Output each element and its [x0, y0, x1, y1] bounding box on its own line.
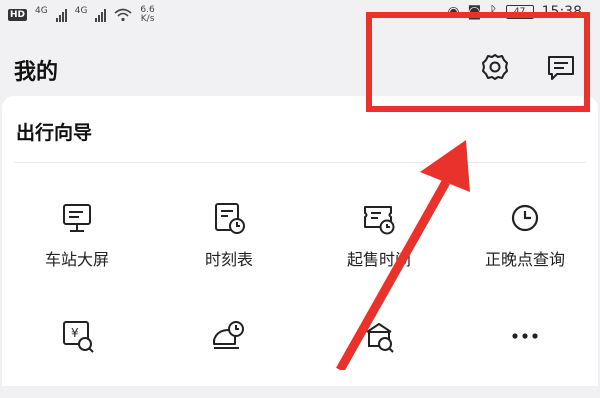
- ticket-price-search-icon: ¥: [63, 321, 94, 353]
- grid-item-sale-time[interactable]: 起售时间: [314, 200, 444, 280]
- grid-item-delay-query[interactable]: 正晚点查询: [460, 200, 590, 280]
- card-title: 出行向导: [16, 122, 93, 144]
- grid-item-ticket-price[interactable]: ¥: [12, 318, 142, 398]
- train-time-icon: [213, 321, 244, 349]
- clock-icon: [511, 204, 539, 232]
- ticket-sale-time-icon: [364, 206, 395, 235]
- grid-label: 时刻表: [204, 250, 253, 269]
- station-screen-icon: [63, 204, 91, 232]
- net-speed: 6.6 K/s: [140, 6, 154, 24]
- page-title: 我的: [14, 60, 59, 85]
- signal-icon: [95, 8, 107, 22]
- svg-text:¥: ¥: [71, 326, 79, 340]
- more-icon: [512, 333, 538, 339]
- divider: [14, 162, 586, 163]
- travel-guide-card: 出行向导 车站大屏 时刻表 起售时间 正晚点查询 ¥: [2, 96, 598, 386]
- grid-label: 正晚点查询: [484, 250, 565, 269]
- grid-item-train-time[interactable]: [164, 318, 294, 398]
- grid-item-station-search[interactable]: [314, 318, 444, 398]
- grid-label: 车站大屏: [44, 250, 109, 269]
- station-search-icon: [366, 322, 394, 353]
- grid-item-more[interactable]: [460, 318, 590, 398]
- highlight-box: [366, 12, 590, 112]
- wifi-icon: [114, 8, 132, 22]
- timetable-icon: [215, 203, 245, 234]
- grid-item-timetable[interactable]: 时刻表: [164, 200, 294, 280]
- status-left: HD 4G 4G 6.6 K/s: [8, 6, 155, 24]
- grid-item-station-screen[interactable]: 车站大屏: [12, 200, 142, 280]
- net-speed-unit: K/s: [140, 14, 155, 24]
- grid-label: 起售时间: [346, 250, 411, 269]
- network-type-1: 4G: [35, 5, 48, 16]
- network-type-2: 4G: [74, 5, 88, 16]
- signal-icon: [55, 8, 67, 22]
- hd-badge: HD: [8, 9, 28, 21]
